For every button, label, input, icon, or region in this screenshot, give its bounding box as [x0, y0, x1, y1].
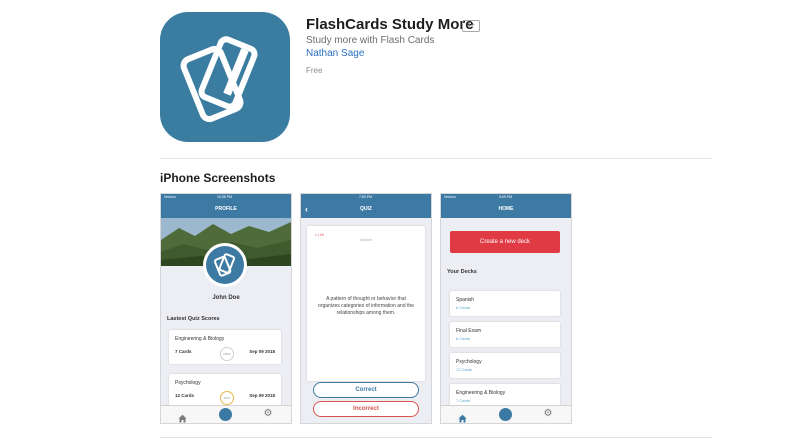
app-icon — [160, 12, 290, 142]
nav-title: HOME — [441, 200, 571, 218]
deck-card-count: 6 Cards — [456, 305, 471, 310]
nav-title: QUIZ — [360, 206, 372, 212]
score-card[interactable]: Psychology 12 Cards 50% Sep 09 2018 — [169, 374, 281, 408]
deck-card-count: 6 Cards — [456, 336, 471, 341]
nav-title: PROFILE — [161, 200, 291, 218]
deck-name: Psychology — [456, 359, 482, 365]
deck-card-count: 7 Cards — [456, 398, 471, 403]
home-icon[interactable] — [178, 410, 187, 423]
developer-link[interactable]: Nathan Sage — [306, 48, 364, 59]
score-card-count: 7 Cards — [175, 349, 192, 354]
nav-bar: ‹ QUIZ — [301, 200, 431, 218]
score-deck-name: Psychology — [175, 380, 201, 386]
gear-icon[interactable]: ⚙ — [543, 409, 553, 419]
status-time: 9:09 PM — [499, 195, 513, 199]
flashcards-icon[interactable] — [499, 408, 512, 421]
score-card-count: 12 Cards — [175, 393, 195, 398]
card-side-label: Answer — [360, 238, 372, 242]
correct-button[interactable]: Correct — [313, 382, 419, 398]
decks-heading: Your Decks — [447, 269, 477, 275]
incorrect-button[interactable]: Incorrect — [313, 401, 419, 417]
carrier-label: Verizon — [444, 195, 456, 199]
app-price: Free — [306, 66, 323, 75]
carrier-label: Verizon — [164, 195, 176, 199]
back-icon[interactable]: ‹ — [305, 200, 308, 218]
score-gauge: 50% — [220, 391, 234, 405]
score-gauge: 100% — [220, 347, 234, 361]
score-date: Sep 09 2018 — [249, 393, 275, 398]
deck-card-count: 12 Cards — [456, 367, 473, 372]
flashcards-icon[interactable] — [219, 408, 232, 421]
status-time: 7:50 PM — [359, 195, 373, 199]
scores-heading: Lastest Quiz Scores — [167, 316, 220, 322]
score-date: Sep 09 2018 — [249, 349, 275, 354]
cards-left-label: 1 Left — [315, 233, 324, 237]
screenshot-quiz[interactable]: 7:50 PM ‹ QUIZ 1 Left Answer A pattern o… — [300, 193, 432, 424]
deck-item[interactable]: Spanish 6 Cards — [450, 291, 560, 316]
deck-name: Engineering & Biology — [456, 390, 506, 396]
divider — [160, 158, 712, 159]
app-title: FlashCards Study More — [306, 16, 474, 33]
deck-name: Final Exam — [456, 328, 482, 334]
divider — [160, 437, 712, 438]
tab-bar: ⚙ — [441, 405, 571, 423]
age-rating-badge: 4+ — [462, 20, 480, 32]
home-icon[interactable] — [458, 410, 467, 423]
status-time: 10:36 PM — [217, 195, 232, 199]
card-definition: A pattern of thought or behavior that or… — [318, 296, 414, 316]
flashcard[interactable]: 1 Left Answer A pattern of thought or be… — [307, 226, 425, 381]
profile-name: John Doe — [212, 295, 240, 301]
deck-item[interactable]: Psychology 12 Cards — [450, 353, 560, 378]
screenshot-home[interactable]: Verizon 9:09 PM HOME Create a new deck Y… — [440, 193, 572, 424]
app-subtitle: Study more with Flash Cards — [306, 35, 435, 46]
section-title: iPhone Screenshots — [160, 171, 276, 185]
screenshot-profile[interactable]: Verizon 10:36 PM PROFILE John Doe Lastes… — [160, 193, 292, 424]
deck-item[interactable]: Final Exam 6 Cards — [450, 322, 560, 347]
gear-icon[interactable]: ⚙ — [263, 409, 273, 419]
score-card[interactable]: Engineering & Biology 7 Cards 100% Sep 0… — [169, 330, 281, 364]
score-deck-name: Engineering & Biology — [175, 336, 225, 342]
tab-bar: ⚙ — [161, 405, 291, 423]
deck-name: Spanish — [456, 297, 475, 303]
create-deck-button[interactable]: Create a new deck — [450, 231, 560, 253]
flashcards-icon — [213, 253, 236, 277]
flashcards-icon — [180, 36, 258, 123]
avatar — [206, 246, 244, 284]
